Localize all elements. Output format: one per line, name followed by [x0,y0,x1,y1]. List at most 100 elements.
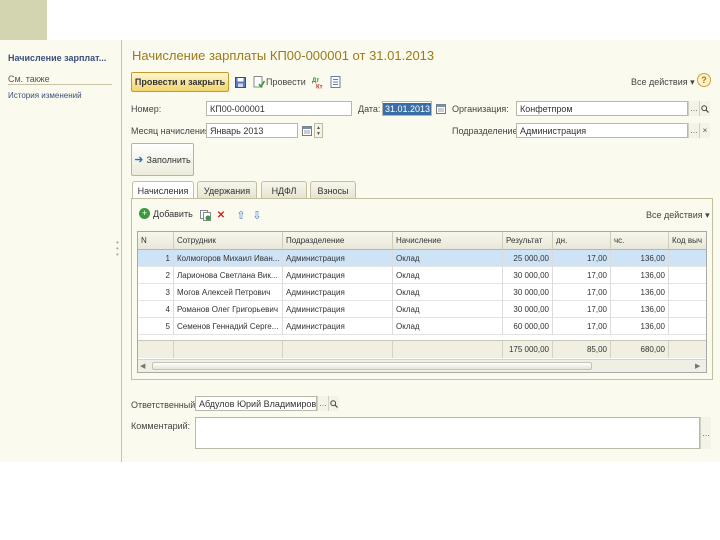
column-header-days[interactable]: дн. [553,232,611,250]
add-row-button[interactable]: + Добавить [139,208,193,219]
organization-select-icon[interactable]: … [688,101,699,116]
all-actions-label: Все действия [631,77,688,87]
tab-ndfl[interactable]: НДФЛ [261,181,307,199]
tab-deductions[interactable]: Удержания [197,181,257,199]
post-and-close-button[interactable]: Провести и закрыть [131,72,229,92]
responsible-search-icon[interactable] [328,396,339,411]
cell-hours[interactable]: 136,00 [611,250,669,267]
tab-contributions[interactable]: Взносы [310,181,356,199]
cell-n: 4 [138,301,174,318]
month-calendar-icon[interactable] [300,123,314,137]
column-header-employee[interactable]: Сотрудник [174,232,283,250]
date-field[interactable]: 31.01.2013 [382,101,432,116]
move-up-icon[interactable]: ⇧ [234,208,248,222]
cell-result[interactable]: 30 000,00 [503,301,553,318]
table-dropdown-arrow-icon: ▾ [705,210,710,220]
post-button[interactable]: Провести [266,77,306,87]
cell-department[interactable]: Администрация [283,267,393,284]
cell-employee[interactable]: Ларионова Светлана Вик... [174,267,283,284]
total-n [138,340,174,358]
cell-department[interactable]: Администрация [283,284,393,301]
table-horizontal-scrollbar[interactable]: ◀ ▶ [138,359,706,372]
all-actions-menu[interactable]: Все действия ▾ [631,77,695,88]
cell-department[interactable]: Администрация [283,301,393,318]
column-header-result[interactable]: Результат [503,232,553,250]
cell-accrual[interactable]: Оклад [393,250,503,267]
cell-result[interactable]: 30 000,00 [503,267,553,284]
cell-employee[interactable]: Семенов Геннадий Серге... [174,318,283,335]
cell-deduction-code[interactable] [669,318,706,335]
cell-deduction-code[interactable] [669,267,706,284]
column-header-n[interactable]: N [138,232,174,250]
cell-n: 3 [138,284,174,301]
department-select-icon[interactable]: … [688,123,699,138]
delete-row-icon[interactable]: ✕ [214,208,228,222]
cell-hours[interactable]: 136,00 [611,301,669,318]
comment-field[interactable] [195,417,700,449]
cell-days[interactable]: 17,00 [553,318,611,335]
cell-employee[interactable]: Романов Олег Григорьевич [174,301,283,318]
organization-field[interactable]: Конфетпром [516,101,688,116]
accounting-entries-icon[interactable]: Дт Кт [311,75,325,89]
cell-accrual[interactable]: Оклад [393,301,503,318]
column-header-accrual[interactable]: Начисление [393,232,503,250]
cell-hours[interactable]: 136,00 [611,284,669,301]
comment-open-icon[interactable]: … [700,417,711,449]
responsible-field[interactable]: Абдулов Юрий Владимирович [195,396,317,411]
cell-accrual[interactable]: Оклад [393,318,503,335]
cell-days[interactable]: 17,00 [553,267,611,284]
scroll-left-icon[interactable]: ◀ [140,362,145,370]
panel-resize-grip[interactable]: • • • [116,239,119,259]
table-row[interactable]: 5 Семенов Геннадий Серге... Администраци… [138,318,706,335]
scroll-right-icon[interactable]: ▶ [695,362,700,370]
column-header-deduction-code[interactable]: Код выч [669,232,706,250]
nav-see-also-heading: См. также [8,74,50,84]
nav-history-link[interactable]: История изменений [8,91,82,100]
copy-row-icon[interactable] [198,208,212,222]
table-row[interactable]: 4 Романов Олег Григорьевич Администрация… [138,301,706,318]
report-icon[interactable] [328,75,342,89]
table-row[interactable]: 2 Ларионова Светлана Вик... Администраци… [138,267,706,284]
fill-arrow-icon: ➜ [134,154,144,166]
cell-result[interactable]: 60 000,00 [503,318,553,335]
cell-hours[interactable]: 136,00 [611,318,669,335]
table-row[interactable]: 3 Могов Алексей Петрович Администрация О… [138,284,706,301]
month-spinner[interactable]: ▲ ▼ [314,123,323,138]
table-all-actions-menu[interactable]: Все действия ▾ [646,210,710,221]
cell-department[interactable]: Администрация [283,250,393,267]
table-row[interactable]: 1 Колмогоров Михаил Иван... Администраци… [138,250,706,267]
column-header-department[interactable]: Подразделение [283,232,393,250]
department-clear-icon[interactable]: × [699,123,710,138]
save-icon[interactable] [233,75,247,89]
department-field[interactable]: Администрация [516,123,688,138]
cell-employee[interactable]: Колмогоров Михаил Иван... [174,250,283,267]
number-field[interactable]: КП00-000001 [206,101,352,116]
cell-deduction-code[interactable] [669,250,706,267]
cell-result[interactable]: 25 000,00 [503,250,553,267]
nav-current-document[interactable]: Начисление зарплат... [8,53,106,63]
dropdown-arrow-icon: ▾ [690,77,695,87]
calendar-icon[interactable] [434,101,448,115]
cell-employee[interactable]: Могов Алексей Петрович [174,284,283,301]
cell-days[interactable]: 17,00 [553,301,611,318]
cell-days[interactable]: 17,00 [553,284,611,301]
organization-search-icon[interactable] [699,101,710,116]
cell-deduction-code[interactable] [669,301,706,318]
page-title: Начисление зарплаты КП00-000001 от 31.01… [132,48,435,63]
cell-hours[interactable]: 136,00 [611,267,669,284]
scrollbar-thumb[interactable] [152,362,592,370]
cell-result[interactable]: 30 000,00 [503,284,553,301]
cell-n: 5 [138,318,174,335]
post-document-icon[interactable] [252,75,266,89]
cell-accrual[interactable]: Оклад [393,267,503,284]
fill-button[interactable]: ➜ Заполнить [131,143,194,176]
cell-department[interactable]: Администрация [283,318,393,335]
move-down-icon[interactable]: ⇩ [250,208,264,222]
month-field[interactable]: Январь 2013 [206,123,298,138]
responsible-select-icon[interactable]: … [317,396,328,411]
cell-accrual[interactable]: Оклад [393,284,503,301]
cell-days[interactable]: 17,00 [553,250,611,267]
help-icon[interactable]: ? [697,73,711,87]
column-header-hours[interactable]: чс. [611,232,669,250]
cell-deduction-code[interactable] [669,284,706,301]
